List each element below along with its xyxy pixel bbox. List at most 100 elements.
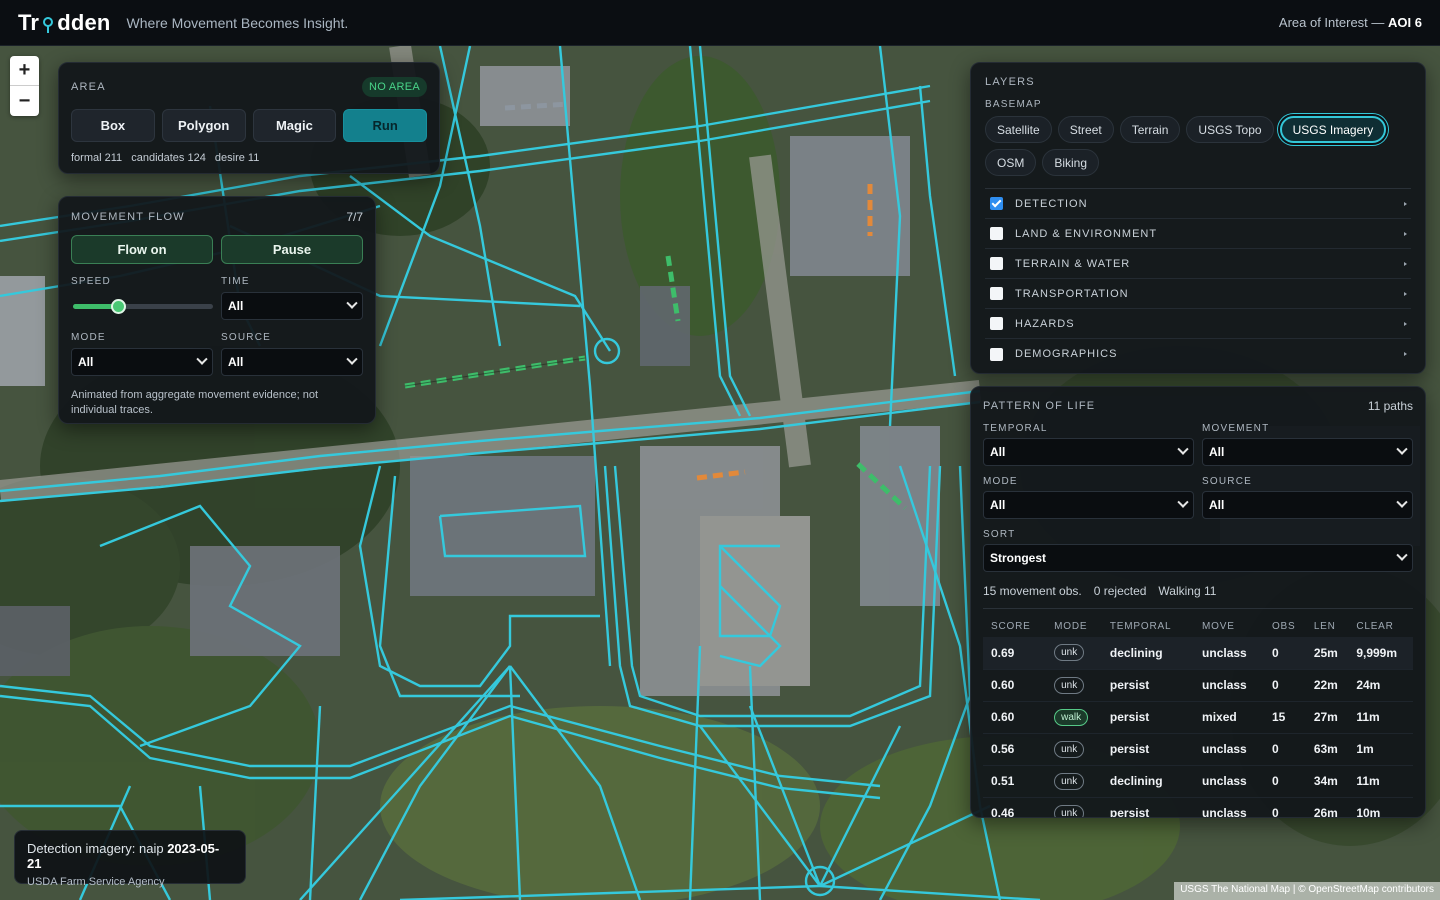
pol-mode-select[interactable]: All [983,491,1194,519]
pattern-summary: 15 movement obs. 0 rejected Walking 11 [983,584,1413,609]
pol-mode-value: All [990,498,1006,512]
zoom-in-button[interactable]: + [10,56,39,86]
run-button[interactable]: Run [343,109,427,142]
table-row[interactable]: 0.56 unk persist unclass 0 63m 1m [983,733,1413,766]
col-temporal[interactable]: TEMPORAL [1102,615,1194,637]
col-move[interactable]: MOVE [1194,615,1264,637]
layer-transportation[interactable]: TRANSPORTATION [985,279,1411,309]
basemap-usgs-imagery[interactable]: USGS Imagery [1279,116,1387,143]
basemap-usgs-topo[interactable]: USGS Topo [1186,116,1274,143]
cell-clear: 11m [1348,701,1413,734]
col-score[interactable]: SCORE [983,615,1046,637]
no-area-badge: NO AREA [361,77,427,97]
imagery-source: USDA Farm Service Agency [27,876,165,888]
speed-slider[interactable] [71,292,213,320]
cell-mode: walk [1046,701,1102,734]
col-obs[interactable]: OBS [1264,615,1306,637]
col-mode[interactable]: MODE [1046,615,1102,637]
cell-clear: 1m [1348,733,1413,766]
layer-land-environment[interactable]: LAND & ENVIRONMENT [985,219,1411,249]
cell-temporal: declining [1101,637,1195,670]
movement-select[interactable]: All [1202,438,1413,466]
cell-len: 22m [1305,669,1349,702]
caret-right-icon [1404,231,1407,236]
cell-move: unclass [1194,733,1264,766]
layer-group-list: DETECTION LAND & ENVIRONMENT TERRAIN & W… [985,188,1411,369]
cell-mode: unk [1046,637,1102,670]
layer-checkbox[interactable] [990,287,1003,300]
pol-mode-label: MODE [983,476,1018,487]
summary-walking: Walking 11 [1158,584,1217,598]
table-row[interactable]: 0.69 unk declining unclass 0 25m 9,999m [983,637,1413,670]
box-button[interactable]: Box [71,109,155,142]
cell-obs: 15 [1263,701,1306,734]
layer-demographics[interactable]: DEMOGRAPHICS [985,339,1411,369]
source-label: SOURCE [221,332,271,343]
layer-detection[interactable]: DETECTION [985,189,1411,219]
speed-label: SPEED [71,276,111,287]
mode-pill: walk [1054,708,1089,726]
layers-caption: LAYERS [985,76,1035,88]
cell-score: 0.51 [983,765,1047,798]
layer-label: TERRAIN & WATER [1015,257,1131,270]
mode-value: All [78,355,94,369]
layer-terrain-water[interactable]: TERRAIN & WATER [985,249,1411,279]
layer-checkbox[interactable] [990,347,1003,361]
flow-caption: MOVEMENT FLOW [71,211,185,223]
col-clear[interactable]: CLEAR [1348,615,1413,637]
summary-rejected: 0 rejected [1093,584,1147,598]
table-row[interactable]: 0.60 unk persist unclass 0 22m 24m [983,669,1413,702]
layer-checkbox[interactable] [990,257,1003,270]
basemap-terrain[interactable]: Terrain [1119,116,1181,143]
layer-label: DETECTION [1015,197,1088,210]
temporal-select[interactable]: All [983,438,1194,466]
cell-clear: 9,999m [1348,637,1413,670]
magic-button[interactable]: Magic [252,109,337,142]
table-row[interactable]: 0.60 walk persist mixed 15 27m 11m [983,701,1413,734]
movement-flow-panel: MOVEMENT FLOW 7/7 Flow on Pause SPEED TI… [58,196,376,424]
aoi-indicator: Area of Interest — AOI 6 [1279,15,1422,30]
chevron-down-icon [1177,496,1189,508]
polygon-button[interactable]: Polygon [161,109,246,142]
map-attribution[interactable]: USGS The National Map | © OpenStreetMap … [1174,882,1440,900]
source-select[interactable]: All [221,348,363,376]
cell-move: unclass [1194,797,1264,817]
pol-source-select[interactable]: All [1202,491,1413,519]
sort-select[interactable]: Strongest [983,544,1413,572]
detection-imagery-info: Detection imagery: naip 2023-05-21 USDA … [14,830,246,888]
table-row[interactable]: 0.51 unk declining unclass 0 34m 11m [983,765,1413,798]
zoom-out-button[interactable]: − [10,86,39,116]
mode-pill: unk [1054,676,1085,694]
flow-on-button[interactable]: Flow on [71,235,213,264]
mode-pill: unk [1054,740,1085,758]
cell-temporal: persist [1101,797,1195,817]
basemap-satellite[interactable]: Satellite [985,116,1052,143]
cell-obs: 0 [1263,765,1306,798]
layer-checkbox[interactable] [990,197,1003,210]
cell-len: 25m [1305,637,1349,670]
cell-score: 0.56 [983,733,1047,766]
layer-checkbox[interactable] [990,317,1003,330]
col-len[interactable]: LEN [1306,615,1349,637]
cell-move: unclass [1194,669,1264,702]
stat-candidates: candidates 124 [131,152,206,164]
paths-table: SCORE MODE TEMPORAL MOVE OBS LEN CLEAR 0… [983,615,1413,817]
basemap-osm[interactable]: OSM [985,149,1037,176]
cell-obs: 0 [1263,669,1306,702]
table-row[interactable]: 0.46 unk persist unclass 0 26m 10m [983,797,1413,817]
basemap-street[interactable]: Street [1057,116,1114,143]
cell-mode: unk [1046,669,1102,702]
slider-thumb[interactable] [111,299,126,314]
layer-checkbox[interactable] [990,227,1003,240]
pause-button[interactable]: Pause [221,235,363,264]
app-logo[interactable]: Tr dden [18,10,111,36]
cell-clear: 10m [1348,797,1413,817]
mode-select[interactable]: All [71,348,213,376]
caret-right-icon [1404,352,1407,356]
basemap-biking[interactable]: Biking [1042,149,1100,176]
cell-score: 0.46 [983,797,1047,817]
imagery-label: Detection imagery: naip [27,841,164,856]
caret-right-icon [1404,201,1407,206]
layer-hazards[interactable]: HAZARDS [985,309,1411,339]
time-select[interactable]: All [221,292,363,320]
